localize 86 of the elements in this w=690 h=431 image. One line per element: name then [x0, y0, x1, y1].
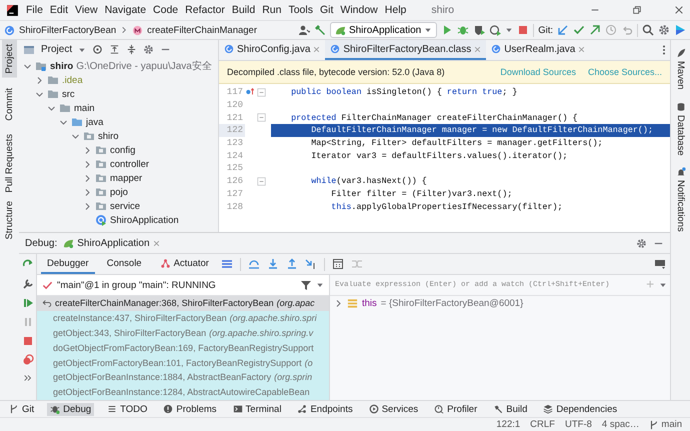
tree-item[interactable]: config	[110, 144, 136, 156]
menu-item[interactable]: Navigate	[104, 4, 146, 16]
code-line: Filter filter = (Filter)var3.next();	[330, 188, 514, 200]
tool-window-button[interactable]: Terminal	[230, 402, 284, 416]
menu-item[interactable]: Tools	[288, 4, 313, 16]
tree-item[interactable]: ShiroApplication	[110, 214, 179, 226]
tree-item[interactable]: main	[74, 102, 95, 114]
tool-window-tab[interactable]: Structure	[2, 196, 17, 244]
tool-window-button[interactable]: Debug	[47, 402, 94, 416]
status-item[interactable]: main	[649, 419, 682, 430]
session-tab[interactable]: ShiroApplication	[63, 238, 160, 248]
menu-item[interactable]: Git	[320, 4, 334, 16]
line-number: 120	[226, 99, 244, 112]
status-item[interactable]: 4 spac…	[602, 419, 640, 430]
status-item[interactable]: CRLF	[530, 419, 555, 430]
tree-item[interactable]: pojo	[110, 186, 128, 198]
window-title: shiro	[431, 4, 454, 16]
stack-frame[interactable]: doGetObjectFromFactoryBean:169, FactoryBeanRegistrySupport	[37, 340, 329, 356]
menu-item[interactable]: Build	[232, 4, 256, 16]
panel-title: Debug:	[25, 238, 58, 248]
tool-window-tab[interactable]: Notifications	[673, 165, 688, 234]
tool-window-button[interactable]: Profiler	[431, 402, 480, 416]
breadcrumb-item[interactable]: createFilterChainManager	[147, 24, 257, 36]
variable-name: this	[362, 298, 377, 309]
stack-frame[interactable]: getObjectForBeanInstance:1884, AbstractBeanFactory (org.sprin	[37, 370, 329, 385]
tool-window-button[interactable]: Git	[6, 402, 38, 416]
line-number: 128	[226, 200, 244, 213]
line-number: 126	[226, 175, 244, 188]
debugger-tab[interactable]: Console	[100, 254, 148, 274]
line-number: 121	[226, 112, 244, 124]
tree-item[interactable]: mapper	[110, 172, 142, 184]
menu-item[interactable]: File	[26, 4, 43, 16]
editor-tab[interactable]: ShiroFilterFactoryBean.class	[325, 40, 486, 60]
editor-tab[interactable]: UserRealm.java	[486, 40, 590, 60]
tree-item[interactable]: shiro	[50, 60, 74, 72]
stack-frame[interactable]: getObjectFromFactoryBean:101, FactoryBeanRegistrySupport (o	[37, 355, 329, 370]
menu-item[interactable]: Refactor	[185, 4, 225, 16]
tree-item[interactable]: java	[86, 116, 104, 128]
stack-frame[interactable]: getObjectForBeanInstance:1284, AbstractAutowireCapableBean	[37, 384, 329, 400]
code-line: while(var3.hasNext()) {	[310, 175, 428, 188]
tool-window-button[interactable]: Build	[490, 402, 530, 416]
code-line: protected FilterChainManager createFilterChainManager() {	[290, 112, 579, 124]
tool-window-button[interactable]: Endpoints	[294, 402, 356, 416]
tree-item[interactable]: service	[110, 200, 140, 212]
menu-item[interactable]: Edit	[50, 4, 68, 16]
line-number: 125	[226, 162, 244, 175]
line-number: 117	[226, 86, 244, 99]
editor-tab[interactable]: ShiroConfig.java	[219, 40, 326, 60]
debugger-tab[interactable]: Actuator	[154, 254, 215, 274]
menu-item[interactable]: Code	[153, 4, 178, 16]
tool-window-tab[interactable]: Database	[673, 100, 688, 158]
tool-window-tab[interactable]: Pull Requests	[2, 130, 17, 197]
status-item[interactable]: 122:1	[496, 419, 520, 430]
line-number: 127	[226, 188, 244, 200]
tool-window-button[interactable]: Problems	[160, 402, 220, 416]
tool-window-button[interactable]: TODO	[104, 402, 150, 416]
tool-window-button[interactable]: Services	[366, 402, 422, 416]
run-configuration-dropdown[interactable]: ShiroApplication	[330, 22, 438, 38]
menu-item[interactable]: Help	[384, 4, 406, 16]
line-number: 122	[219, 124, 245, 137]
stack-frame[interactable]: getObject:343, ShiroFilterFactoryBean (org.apache.shiro.spring.v	[37, 326, 329, 340]
variable-value: = {ShiroFilterFactoryBean@6001}	[380, 298, 524, 309]
code-line: public boolean isSingleton() { return true; }	[290, 86, 518, 99]
tool-window-tab[interactable]: Maven	[673, 46, 688, 92]
tool-window-tab[interactable]: Commit	[2, 84, 17, 124]
panel-title[interactable]: Project	[41, 44, 72, 55]
banner-message: Decompiled .class file, bytecode version: 52.0 (Java 8)	[227, 67, 445, 77]
line-number: 124	[226, 150, 244, 162]
code-line: Map<String, Filter> defaultFilters = manager.getFilters();	[310, 137, 604, 150]
project-path: G:\OneDrive - yapuu\Java安全	[76, 60, 212, 73]
breadcrumb-item[interactable]: ShiroFilterFactoryBean	[19, 24, 116, 36]
menu-item[interactable]: Window	[340, 4, 378, 16]
line-number: 123	[226, 137, 244, 150]
menu-item[interactable]: View	[75, 4, 98, 16]
code-line: this.applyGlobalPropertiesIfNecessary(filter);	[330, 200, 564, 213]
code-line: Iterator var3 = defaultFilters.values().iterator();	[310, 150, 569, 162]
tree-item[interactable]: controller	[110, 158, 150, 170]
stack-frame[interactable]: createFilterChainManager:368, ShiroFilterFactoryBean (org.apac	[37, 296, 329, 311]
git-label: Git:	[538, 24, 553, 36]
menu-item[interactable]: Run	[262, 4, 282, 16]
tree-item[interactable]: src	[62, 88, 75, 100]
stack-frame[interactable]: createInstance:437, ShiroFilterFactoryBean (org.apache.shiro.spri	[37, 310, 329, 326]
tree-item[interactable]: shiro	[98, 130, 119, 142]
status-item[interactable]: UTF-8	[564, 419, 592, 430]
tool-window-tab[interactable]: Project	[2, 40, 17, 78]
tool-window-button[interactable]: Dependencies	[540, 402, 620, 416]
